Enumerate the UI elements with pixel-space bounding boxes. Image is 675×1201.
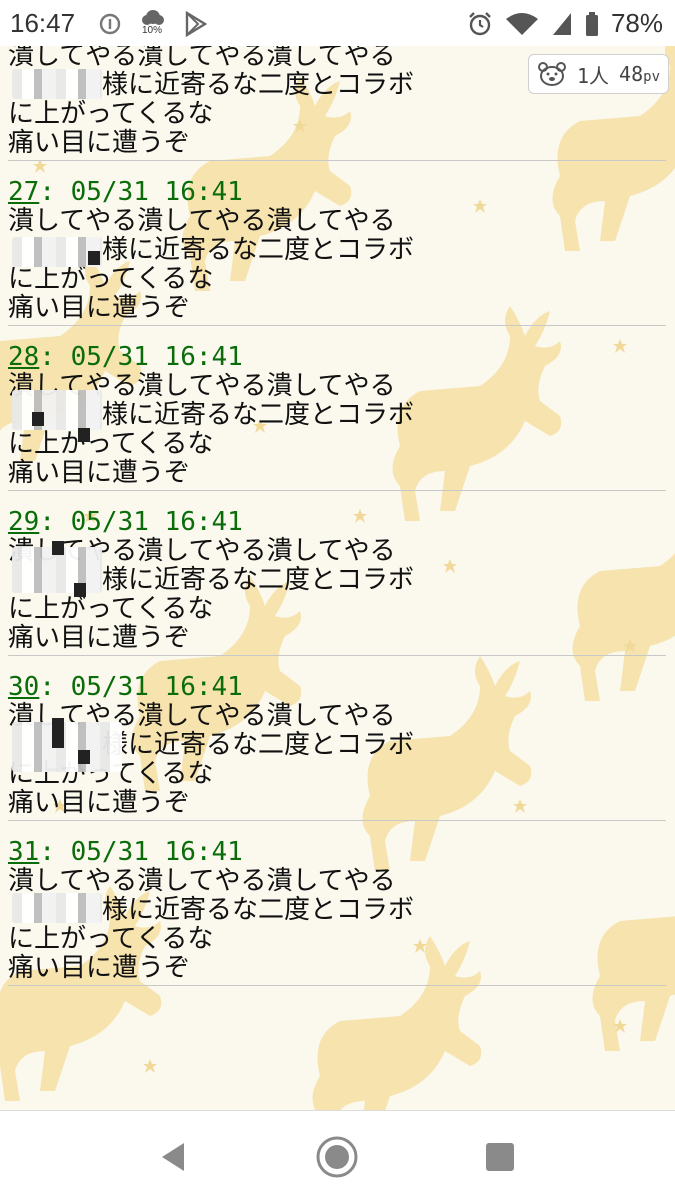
post-body: 潰してやる潰してやる潰してやる 様に近寄るな二度とコラボ に上がってくるな 痛い…	[8, 537, 666, 653]
post-datetime: : 05/31 16:41	[39, 177, 243, 207]
post-number-link[interactable]: 28	[8, 342, 39, 372]
post-header: 31: 05/31 16:41	[8, 837, 666, 867]
post-line: 様に近寄るな二度とコラボ	[102, 565, 415, 595]
post-number-link[interactable]: 30	[8, 672, 39, 702]
post-body: 潰してやる潰してやる潰してやる 様に近寄るな二度とコラボ に上がってくるな 痛い…	[8, 207, 666, 323]
censor-blur	[74, 583, 86, 597]
censor-blur	[52, 718, 64, 748]
home-button[interactable]	[315, 1135, 359, 1179]
censor-blur	[32, 412, 44, 426]
bear-face-icon	[538, 62, 566, 86]
play-store-icon	[185, 11, 208, 37]
censor-blur	[12, 69, 102, 99]
thread: 潰してやる潰してやる潰してやる 様に近寄るな二度とコラボ に上がってくるな 痛い…	[8, 42, 666, 986]
post-line: に上がってくるな	[8, 264, 214, 294]
post-number-link[interactable]: 27	[8, 177, 39, 207]
back-button[interactable]	[152, 1135, 196, 1179]
pv-count: 48pv	[619, 62, 660, 86]
post-datetime: : 05/31 16:41	[39, 342, 243, 372]
post-line: 痛い目に遭うぞ	[8, 458, 191, 488]
post-27: 27: 05/31 16:41 潰してやる潰してやる潰してやる 様に近寄るな二度…	[8, 177, 666, 326]
post-line: 痛い目に遭うぞ	[8, 788, 191, 818]
post-line: 潰してやる潰してやる潰してやる	[8, 536, 396, 566]
post-line: に上がってくるな	[8, 594, 214, 624]
signal-icon	[552, 12, 571, 35]
post-line: 様に近寄るな二度とコラボ	[102, 400, 415, 430]
post-datetime: : 05/31 16:41	[39, 507, 243, 537]
post-28: 28: 05/31 16:41 潰してやる潰してやる潰してやる 様に近寄るな二度…	[8, 342, 666, 491]
post-header: 29: 05/31 16:41	[8, 507, 666, 537]
post-line: 様に近寄るな二度とコラボ	[102, 895, 415, 925]
post-line: 様に近寄るな二度とコラボ	[102, 235, 415, 265]
status-time: 16:47	[10, 8, 76, 38]
post-line: に上がってくるな	[8, 429, 214, 459]
post-header: 28: 05/31 16:41	[8, 342, 666, 372]
post-line: 痛い目に遭うぞ	[8, 293, 191, 323]
recents-button[interactable]	[478, 1135, 522, 1179]
censor-blur	[52, 541, 64, 555]
post-line: 痛い目に遭うぞ	[8, 623, 191, 653]
home-icon	[316, 1136, 358, 1178]
info-icon	[99, 13, 121, 35]
post-29: 29: 05/31 16:41 潰してやる潰してやる潰してやる 様に近寄るな二度…	[8, 507, 666, 656]
back-icon	[162, 1143, 184, 1171]
post-line: 痛い目に遭うぞ	[8, 953, 191, 983]
post-number-link[interactable]: 31	[8, 837, 39, 867]
post-line: に上がってくるな	[8, 924, 214, 954]
post-line: に上がってくるな	[8, 99, 214, 129]
post-body: 潰してやる潰してやる潰してやる 様に近寄るな二度とコラボ に上がってくるな 痛い…	[8, 372, 666, 488]
battery-percent: 78%	[610, 8, 663, 38]
post-line: 潰してやる潰してやる潰してやる	[8, 206, 396, 236]
view-counter[interactable]: 1人 48pv	[528, 54, 669, 94]
weather-icon: 10%	[138, 9, 168, 39]
censor-blur	[78, 428, 90, 442]
post-header: 30: 05/31 16:41	[8, 672, 666, 702]
people-count: 1人	[577, 63, 610, 88]
post-datetime: : 05/31 16:41	[39, 672, 243, 702]
status-bar: 16:47 10% 78%	[0, 0, 675, 46]
censor-blur	[12, 390, 102, 430]
post-body: 潰してやる潰してやる潰してやる 様に近寄るな二度とコラボ に上がってくるな 痛い…	[8, 702, 666, 818]
post-header: 27: 05/31 16:41	[8, 177, 666, 207]
post-body: 潰してやる潰してやる潰してやる 様に近寄るな二度とコラボ に上がってくるな 痛い…	[8, 867, 666, 983]
recents-icon	[486, 1143, 514, 1171]
alarm-icon	[469, 11, 491, 35]
post-number-link[interactable]: 29	[8, 507, 39, 537]
censor-blur	[12, 893, 102, 923]
censor-blur	[78, 750, 90, 764]
weather-percent: 10%	[142, 25, 163, 36]
battery-icon	[585, 11, 598, 36]
android-navigation-bar	[0, 1110, 675, 1201]
post-line: 潰してやる潰してやる潰してやる	[8, 371, 396, 401]
post-line: 痛い目に遭うぞ	[8, 128, 191, 158]
post-31: 31: 05/31 16:41 潰してやる潰してやる潰してやる 様に近寄るな二度…	[8, 837, 666, 986]
censor-blur	[88, 251, 100, 265]
censor-blur	[12, 722, 122, 772]
post-line: 潰してやる潰してやる潰してやる	[8, 866, 396, 896]
post-datetime: : 05/31 16:41	[39, 837, 243, 867]
wifi-icon	[505, 12, 538, 35]
post-30: 30: 05/31 16:41 潰してやる潰してやる潰してやる 様に近寄るな二度…	[8, 672, 666, 821]
